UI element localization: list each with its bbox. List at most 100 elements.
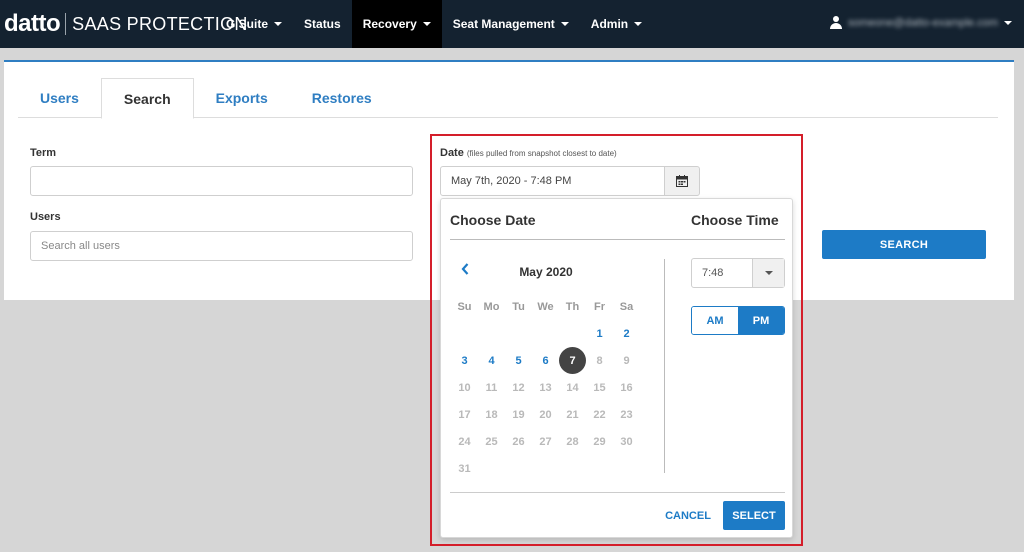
calendar-empty-cell <box>451 320 478 347</box>
tab-exports[interactable]: Exports <box>194 78 290 118</box>
weekday-label: Sa <box>619 300 634 313</box>
nav-recovery[interactable]: Recovery <box>351 0 442 48</box>
pm-button[interactable]: PM <box>738 307 784 334</box>
calendar-day[interactable]: 5 <box>505 347 532 374</box>
month-title: May 2020 <box>519 265 573 279</box>
calendar-day-disabled: 21 <box>566 408 579 421</box>
prev-month-button[interactable] <box>458 261 472 277</box>
calendar-week: 34567 8 9 <box>451 347 640 374</box>
main-nav: G Suite Status Recovery Seat Management … <box>215 0 653 48</box>
calendar-icon <box>676 175 688 187</box>
picker-vertical-divider <box>664 259 665 473</box>
calendar-day-number: 7 <box>569 354 576 367</box>
calendar-day-disabled: 30 <box>620 435 633 448</box>
nav-gsuite[interactable]: G Suite <box>215 0 293 48</box>
weekday-label: Fr <box>594 300 605 313</box>
user-email: someone@datto-example.com <box>848 16 998 29</box>
tab-restores[interactable]: Restores <box>290 78 394 118</box>
user-menu[interactable]: someone@datto-example.com <box>830 16 1012 29</box>
time-select[interactable]: 7:48 <box>691 258 785 288</box>
users-label: Users <box>30 211 61 223</box>
weekday-header: Su Mo Tu We Th Fr Sa <box>451 293 640 320</box>
chevron-down-icon <box>422 22 431 26</box>
calendar-day-disabled: 8 <box>596 354 603 367</box>
calendar-empty-cell <box>478 320 505 347</box>
calendar-empty-cell <box>532 455 559 482</box>
calendar-day-disabled: 18 <box>485 408 498 421</box>
nav-status[interactable]: Status <box>293 0 352 48</box>
weekday-label: Mo <box>483 300 500 313</box>
calendar-day[interactable]: 2 <box>613 320 640 347</box>
calendar-button[interactable] <box>664 166 700 196</box>
date-input[interactable]: May 7th, 2020 - 7:48 PM <box>440 166 665 196</box>
tab-search[interactable]: Search <box>100 78 194 119</box>
calendar-week: 12 <box>451 320 640 347</box>
top-navbar: datto SAAS PROTECTION G Suite Status Rec… <box>0 0 1024 48</box>
calendar-empty-cell <box>586 455 613 482</box>
calendar-day-disabled: 11 <box>485 381 498 394</box>
weekday-label: Tu <box>512 300 525 313</box>
nav-status-label: Status <box>304 17 341 31</box>
calendar-day[interactable]: 6 <box>532 347 559 374</box>
calendar-day-disabled: 10 <box>458 381 471 394</box>
am-button[interactable]: AM <box>692 307 738 334</box>
select-button[interactable]: SELECT <box>723 501 785 530</box>
calendar-day-disabled: 31 <box>458 462 471 475</box>
brand-logo[interactable]: datto SAAS PROTECTION <box>4 10 248 38</box>
tab-users[interactable]: Users <box>18 78 101 118</box>
calendar-empty-cell <box>559 320 586 347</box>
calendar-day[interactable]: 3 <box>451 347 478 374</box>
choose-time-heading: Choose Time <box>691 212 779 228</box>
calendar-day-disabled: 24 <box>458 435 471 448</box>
search-button[interactable]: SEARCH <box>822 230 986 259</box>
choose-date-heading: Choose Date <box>450 212 536 228</box>
calendar-empty-cell <box>505 320 532 347</box>
time-dropdown-toggle[interactable] <box>752 259 784 287</box>
nav-admin-label: Admin <box>590 17 629 31</box>
picker-divider <box>450 239 785 240</box>
user-icon <box>830 16 843 29</box>
calendar-day-disabled: 22 <box>593 408 606 421</box>
calendar-week: 31 <box>451 455 640 482</box>
recovery-tabs: Users Search Exports Restores <box>18 78 998 119</box>
cancel-button[interactable]: CANCEL <box>661 501 715 530</box>
calendar-day-disabled: 15 <box>593 381 606 394</box>
calendar-empty-cell <box>532 320 559 347</box>
nav-gsuite-label: G Suite <box>226 17 269 31</box>
calendar-day-disabled: 9 <box>623 354 630 367</box>
calendar-day-disabled: 14 <box>566 381 579 394</box>
calendar-day-selected[interactable]: 7 <box>559 347 586 374</box>
calendar-week: 24 25 26 27 28 29 30 <box>451 428 640 455</box>
meridiem-toggle: AM PM <box>691 306 785 335</box>
picker-footer-divider <box>450 492 785 493</box>
date-label: Date (files pulled from snapshot closest … <box>440 147 617 159</box>
calendar-day-disabled: 25 <box>485 435 498 448</box>
brand-divider <box>65 13 67 35</box>
nav-admin[interactable]: Admin <box>580 0 653 48</box>
calendar-day[interactable]: 1 <box>586 320 613 347</box>
calendar-day-disabled: 23 <box>620 408 633 421</box>
calendar-empty-cell <box>478 455 505 482</box>
calendar-empty-cell <box>505 455 532 482</box>
time-value: 7:48 <box>702 267 724 279</box>
calendar-day-disabled: 16 <box>620 381 633 394</box>
calendar-week: 10 11 12 13 14 15 16 <box>451 374 640 401</box>
users-search-input[interactable]: Search all users <box>30 231 413 261</box>
date-hint: (files pulled from snapshot closest to d… <box>466 149 617 158</box>
calendar-day[interactable]: 4 <box>478 347 505 374</box>
calendar-day-disabled: 13 <box>539 381 552 394</box>
calendar-day-disabled: 28 <box>566 435 579 448</box>
calendar-day-disabled: 26 <box>512 435 525 448</box>
chevron-down-icon <box>634 22 643 26</box>
date-label-text: Date <box>440 147 464 159</box>
nav-recovery-label: Recovery <box>362 17 417 31</box>
calendar-day-disabled: 19 <box>512 408 525 421</box>
calendar-day-disabled: 12 <box>512 381 525 394</box>
chevron-down-icon <box>764 271 773 275</box>
calendar-day-disabled: 27 <box>539 435 552 448</box>
brand-wordmark: datto <box>4 10 61 37</box>
term-input[interactable] <box>30 166 413 196</box>
nav-seat-management[interactable]: Seat Management <box>442 0 580 48</box>
calendar-day-disabled: 17 <box>458 408 471 421</box>
chevron-down-icon <box>274 22 283 26</box>
